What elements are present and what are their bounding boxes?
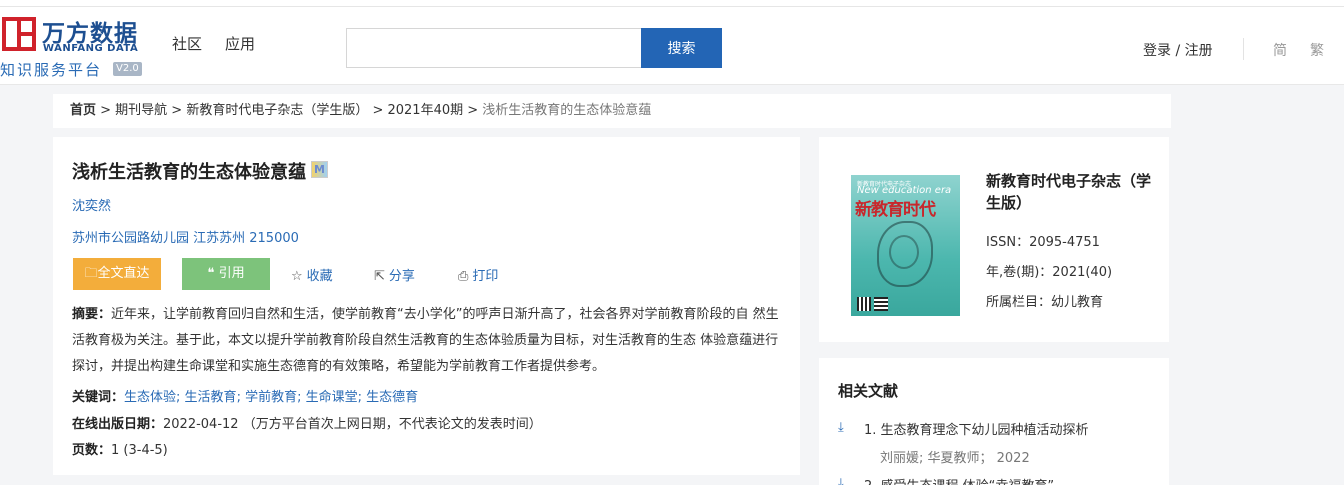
printer-icon: ⎙ [458, 269, 469, 284]
download-icon[interactable]: ⤓ [838, 476, 844, 485]
top-strip [0, 0, 1344, 7]
cite-button[interactable]: ❝ 引用 [182, 258, 270, 290]
version-badge: V2.0 [113, 62, 142, 76]
keyword-link[interactable]: 生态德育 [366, 390, 418, 405]
breadcrumb-current: 浅析生活教育的生态体验意蕴 [482, 103, 652, 118]
full-text-label: 全文直达 [97, 266, 150, 281]
pages-value: 1 (3-4-5) [111, 443, 168, 458]
pages-label: 页数： [72, 443, 112, 458]
breadcrumb-path[interactable]: > 期刊导航 > 新教育时代电子杂志（学生版） > 2021年40期 > [96, 103, 482, 118]
related-item[interactable]: 1. 生态教育理念下幼儿园种植活动探析 [864, 419, 1089, 438]
keyword-link[interactable]: 生活教育 [185, 390, 237, 405]
logo-english: WANFANG DATA [43, 43, 139, 54]
print-label: 打印 [472, 269, 499, 284]
star-icon: ☆ [291, 269, 303, 284]
wanfang-logo[interactable]: 万方数据 WANFANG DATA 知识服务平台 V2.0 [0, 13, 145, 79]
keywords-label: 关键词： [72, 390, 125, 405]
nav-apps[interactable]: 应用 [225, 33, 255, 54]
journal-column: 所属栏目：幼儿教育 [986, 295, 1104, 310]
abstract-label: 摘要： [72, 307, 112, 322]
journal-issn: ISSN：2095-4751 [986, 235, 1100, 250]
folder-icon: 🗀 [84, 266, 98, 281]
keyword-link[interactable]: 生命课堂 [306, 390, 358, 405]
abstract-text: 近年来，让学前教育回归自然和生活，使学前教育“去小学化”的呼声日渐升高了，社会各… [72, 307, 779, 374]
journal-card: 新教育时代电子杂志 New education era 新教育时代 新教育时代电… [819, 137, 1169, 342]
share-icon: ⇱ [374, 269, 385, 284]
full-text-button[interactable]: 🗀全文直达 [73, 258, 161, 290]
print-button[interactable]: ⎙ 打印 [458, 265, 498, 284]
search-button[interactable]: 搜索 [641, 28, 722, 68]
nav-community[interactable]: 社区 [172, 33, 202, 54]
publish-date: 在线出版日期：2022-04-12 （万方平台首次上网日期，不代表论文的发表时间… [72, 413, 542, 432]
qr-code-icon [857, 297, 871, 311]
quote-icon: ❝ [207, 266, 219, 281]
wanfang-logo-icon [2, 17, 36, 51]
site-header: 万方数据 WANFANG DATA 知识服务平台 V2.0 社区 应用 搜索 登… [0, 7, 1344, 85]
cite-label: 引用 [218, 266, 245, 281]
login-register-link[interactable]: 登录 / 注册 [1143, 40, 1213, 60]
share-button[interactable]: ⇱ 分享 [374, 265, 415, 284]
keywords: 关键词：生态体验; 生活教育; 学前教育; 生命课堂; 生态德育 [72, 390, 419, 405]
qr-code-icon [874, 297, 888, 311]
related-title: 相关文献 [838, 382, 899, 400]
journal-cover[interactable]: 新教育时代电子杂志 New education era 新教育时代 [851, 175, 960, 316]
keyword-link[interactable]: 生态体验 [124, 390, 176, 405]
author-link[interactable]: 沈奕然 [72, 195, 111, 214]
favorite-button[interactable]: ☆ 收藏 [291, 265, 333, 284]
page-count: 页数：1 (3-4-5) [72, 439, 168, 458]
share-label: 分享 [388, 269, 415, 284]
favorite-label: 收藏 [306, 269, 333, 284]
related-item-meta: 刘丽媛; 华夏教师； 2022 [880, 451, 1030, 466]
cover-illustration [889, 235, 919, 269]
search-input[interactable] [346, 28, 642, 68]
article-card: 浅析生活教育的生态体验意蕴 M 沈奕然 苏州市公园路幼儿园 江苏苏州 21500… [53, 137, 800, 475]
journal-name-link[interactable]: 新教育时代电子杂志（学生版） [986, 170, 1156, 214]
keyword-link[interactable]: 学前教育 [245, 390, 297, 405]
related-literature: 相关文献 ⤓ 1. 生态教育理念下幼儿园种植活动探析 刘丽媛; 华夏教师； 20… [819, 358, 1169, 485]
related-item[interactable]: 2. 感受生态课程 体验“幸福教育” [864, 475, 1054, 485]
divider [1243, 38, 1244, 60]
simplified-chinese-toggle[interactable]: 简 [1273, 40, 1287, 60]
logo-subtitle: 知识服务平台 [0, 61, 103, 79]
traditional-chinese-toggle[interactable]: 繁 [1310, 40, 1324, 60]
download-icon[interactable]: ⤓ [838, 420, 844, 435]
article-title: 浅析生活教育的生态体验意蕴 [72, 162, 306, 183]
abstract: 摘要：近年来，让学前教育回归自然和生活，使学前教育“去小学化”的呼声日渐升高了，… [72, 302, 784, 380]
journal-volume: 年,卷(期)：2021(40) [986, 265, 1113, 280]
cover-chinese-title: 新教育时代 [855, 200, 936, 220]
date-label: 在线出版日期： [72, 417, 164, 432]
organization-link[interactable]: 苏州市公园路幼儿园 江苏苏州 215000 [72, 227, 299, 246]
m-badge-icon: M [311, 161, 328, 178]
breadcrumb: 首页 > 期刊导航 > 新教育时代电子杂志（学生版） > 2021年40期 > … [53, 94, 1171, 128]
date-value: 2022-04-12 （万方平台首次上网日期，不代表论文的发表时间） [163, 417, 542, 432]
breadcrumb-home[interactable]: 首页 [70, 103, 96, 118]
